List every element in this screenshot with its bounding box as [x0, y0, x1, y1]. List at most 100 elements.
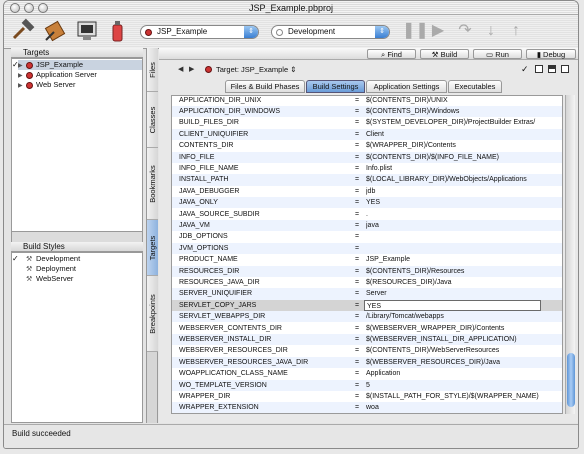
- target-item-web-server[interactable]: ▶ Web Server: [18, 80, 142, 90]
- setting-key: WOAPPLICATION_CLASS_NAME: [179, 370, 288, 378]
- tab-build-settings[interactable]: Build Settings: [306, 80, 365, 93]
- debug-spray-icon[interactable]: [104, 18, 130, 44]
- tab-application-settings[interactable]: Application Settings: [366, 80, 447, 93]
- table-row[interactable]: WO_TEMPLATE_VERSION = 5: [172, 379, 562, 391]
- pause-icon[interactable]: ❚❚: [402, 21, 429, 41]
- setting-key: INFO_FILE: [179, 153, 215, 161]
- build-button[interactable]: ⚒ Build: [420, 49, 469, 59]
- build-style-webserver[interactable]: ⚒ WebServer: [18, 274, 142, 284]
- table-row[interactable]: INFO_FILE = $(CONTENTS_DIR)/$(INFO_FILE_NA…: [172, 151, 562, 163]
- target-item-application-server[interactable]: ▶ Application Server: [18, 70, 142, 80]
- table-row[interactable]: INSTALL_PATH = $(LOCAL_LIBRARY_DIR)/WebObj…: [172, 174, 562, 186]
- table-row[interactable]: JAVA_DEBUGGER = jdb: [172, 186, 562, 197]
- find-button[interactable]: ⌕ Find: [367, 49, 416, 59]
- table-row[interactable]: CLIENT_UNIQUIFIER = Client: [172, 128, 562, 141]
- table-row[interactable]: WEBSERVER_RESOURCES_JAVA_DIR = $(WEBSERVER…: [172, 356, 562, 369]
- disclosure-triangle-icon[interactable]: ▶: [18, 81, 26, 91]
- build-hammer-icon[interactable]: [10, 18, 36, 44]
- setting-value: $(CONTENTS_DIR)/$(INFO_FILE_NAME): [366, 153, 500, 161]
- target-label: JSP_Example: [36, 60, 84, 69]
- setting-key: CLIENT_UNIQUIFIER: [179, 130, 249, 138]
- step-out-icon[interactable]: ↑: [506, 21, 526, 41]
- tab-files-build-phases[interactable]: Files & Build Phases: [225, 80, 305, 93]
- table-row[interactable]: CONTENTS_DIR = $(WRAPPER_DIR)/Contents: [172, 140, 562, 151]
- table-row[interactable]: RESOURCES_DIR = $(CONTENTS_DIR)/Resources: [172, 265, 562, 277]
- table-row[interactable]: JDB_OPTIONS =: [172, 231, 562, 242]
- setting-value: $(WEBSERVER_RESOURCES_DIR)/Java: [366, 358, 501, 366]
- table-row[interactable]: WEBSERVER_INSTALL_DIR = $(WEBSERVER_INSTAL…: [172, 333, 562, 346]
- split-view-icon[interactable]: [535, 65, 543, 73]
- equals-sign: =: [355, 107, 360, 115]
- table-row[interactable]: JAVA_SOURCE_SUBDIR =.: [172, 209, 562, 220]
- toggle-layout-icon[interactable]: [548, 65, 556, 73]
- setting-value: /Library/Tomcat/webapps: [366, 313, 444, 321]
- table-row[interactable]: JAVA_ONLY = YES: [172, 197, 562, 209]
- tab-classes[interactable]: Classes: [147, 92, 158, 148]
- close-editor-icon[interactable]: [561, 65, 569, 73]
- table-row[interactable]: WOAPPLICATION_CLASS_NAME = Application: [172, 368, 562, 379]
- table-row[interactable]: WEBSERVER_CONTENTS_DIR = $(WEBSERVER_WRAPP…: [172, 323, 562, 334]
- run-label: Run: [495, 50, 509, 59]
- table-row[interactable]: SERVER_UNIQUIFIER = Server: [172, 288, 562, 300]
- setting-value: java: [366, 221, 379, 229]
- setting-key: SERVLET_COPY_JARS: [179, 301, 257, 309]
- tab-bookmarks[interactable]: Bookmarks: [147, 148, 158, 220]
- forward-arrow-icon[interactable]: ▶: [189, 65, 194, 73]
- pane-splitter[interactable]: [11, 232, 143, 242]
- run-monitor-icon[interactable]: [74, 18, 100, 44]
- tab-executables[interactable]: Executables: [448, 80, 502, 93]
- setting-value: 5: [366, 381, 370, 389]
- setting-key: JAVA_ONLY: [179, 199, 218, 207]
- table-row[interactable]: APPLICATION_DIR_WINDOWS = $(CONTENTS_DIR)/…: [172, 105, 562, 118]
- build-style-development[interactable]: ✓ ⚒ Development: [12, 254, 142, 264]
- equals-sign: =: [355, 176, 360, 184]
- step-into-icon[interactable]: ↓: [481, 21, 501, 41]
- clean-icon[interactable]: [42, 18, 68, 44]
- setting-value: $(WEBSERVER_INSTALL_DIR_APPLICATION): [366, 335, 517, 343]
- debug-button[interactable]: ▮ Debug: [526, 49, 576, 59]
- setting-value-editor[interactable]: YES: [364, 299, 541, 311]
- setting-key: SERVLET_WEBAPPS_DIR: [179, 313, 266, 321]
- target-icon: [26, 61, 33, 69]
- tab-label: Files: [148, 61, 157, 78]
- title-bar[interactable]: JSP_Example.pbproj: [4, 1, 578, 15]
- setting-value: $(LOCAL_LIBRARY_DIR)/WebObjects/Applicat…: [366, 176, 527, 184]
- back-arrow-icon[interactable]: ◀: [178, 65, 183, 73]
- target-path-popup[interactable]: Target: JSP_Example ⇕: [216, 65, 297, 74]
- scrollbar-thumb[interactable]: [567, 353, 575, 407]
- table-row[interactable]: WEBSERVER_RESOURCES_DIR = $(CONTENTS_DIR)/…: [172, 345, 562, 356]
- popup-arrow-icon: ⇕: [244, 26, 258, 38]
- setting-key: WEBSERVER_RESOURCES_DIR: [179, 347, 288, 355]
- tab-files[interactable]: Files: [147, 48, 158, 92]
- continue-icon[interactable]: ▶: [428, 21, 448, 41]
- setting-value: $(RESOURCES_DIR)/Java: [366, 278, 452, 286]
- equals-sign: =: [355, 301, 360, 309]
- table-row[interactable]: SERVLET_COPY_JARS = YES: [172, 299, 562, 312]
- checkmark-icon[interactable]: ✓: [521, 64, 529, 75]
- target-popup[interactable]: JSP_Example ⇕: [140, 25, 259, 39]
- step-over-icon[interactable]: ↷: [455, 21, 475, 41]
- table-row[interactable]: JAVA_VM = java: [172, 219, 562, 232]
- table-row[interactable]: WRAPPER_EXTENSION = woa: [172, 402, 562, 413]
- table-row[interactable]: WRAPPER_DIR = $(INSTALL_PATH_FOR_STYLE)/$(…: [172, 391, 562, 402]
- target-item-jsp-example[interactable]: ✓ ▶ JSP_Example: [12, 60, 142, 70]
- build-style-deployment[interactable]: ⚒ Deployment: [18, 264, 142, 274]
- table-row[interactable]: RESOURCES_JAVA_DIR = $(RESOURCES_DIR)/Java: [172, 277, 562, 288]
- table-row[interactable]: SERVLET_WEBAPPS_DIR = /Library/Tomcat/weba…: [172, 311, 562, 323]
- tab-breakpoints[interactable]: Breakpoints: [147, 276, 158, 352]
- build-style-popup[interactable]: Development ⇕: [271, 25, 390, 39]
- target-icon: [145, 29, 152, 36]
- setting-key: SERVER_UNIQUIFIER: [179, 290, 252, 298]
- table-row[interactable]: BUILD_FILES_DIR = $(SYSTEM_DEVELOPER_DIR)/…: [172, 117, 562, 128]
- vertical-scrollbar[interactable]: [565, 95, 575, 414]
- run-button[interactable]: ▭ Run: [473, 49, 522, 59]
- find-label: Find: [387, 50, 402, 59]
- tab-targets[interactable]: Targets: [147, 220, 158, 276]
- table-row[interactable]: APPLICATION_DIR_UNIX = $(CONTENTS_DIR)/UNI…: [172, 96, 562, 106]
- table-row[interactable]: JVM_OPTIONS =: [172, 242, 562, 255]
- setting-key: APPLICATION_DIR_WINDOWS: [179, 107, 280, 115]
- table-row[interactable]: PRODUCT_NAME = JSP_Example: [172, 254, 562, 265]
- setting-key: PRODUCT_NAME: [179, 256, 238, 264]
- equals-sign: =: [355, 199, 360, 207]
- table-row[interactable]: INFO_FILE_NAME = Info.plist: [172, 163, 562, 174]
